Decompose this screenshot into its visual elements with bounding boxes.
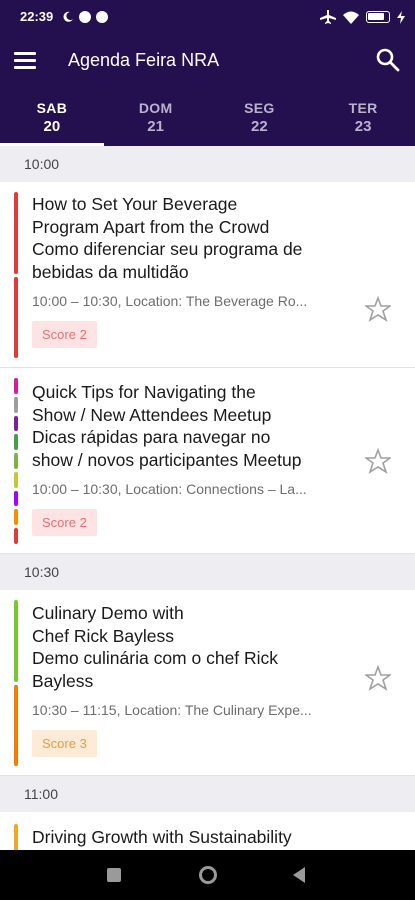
score-badge: Score 2 bbox=[32, 509, 97, 536]
title-line: Driving Growth with Sustainability bbox=[32, 827, 292, 847]
title-line: Program Apart from the Crowd bbox=[32, 216, 270, 237]
title-line: Chef Rick Bayless bbox=[32, 625, 174, 646]
session-meta: 10:00 – 10:30, Location: Connections – L… bbox=[32, 481, 307, 497]
p-icon bbox=[96, 11, 108, 23]
menu-icon[interactable] bbox=[14, 50, 38, 70]
track-color-bar bbox=[14, 192, 18, 274]
star-icon[interactable] bbox=[365, 448, 391, 474]
moon-icon bbox=[63, 11, 73, 22]
score-badge: Score 3 bbox=[32, 730, 97, 757]
recents-button[interactable] bbox=[107, 868, 121, 882]
track-color-bar bbox=[14, 684, 18, 766]
wifi-icon bbox=[343, 11, 359, 24]
session-title: Driving Growth with Sustainability bbox=[32, 826, 355, 849]
schedule-list[interactable]: 10:00 How to Set Your Beverage Program A… bbox=[0, 146, 415, 850]
p-icon bbox=[79, 11, 91, 23]
title-line: Show / New Attendees Meetup bbox=[32, 404, 272, 425]
tab-day-label: SAB bbox=[36, 100, 68, 116]
track-color-bar bbox=[14, 453, 18, 469]
status-bar: 22:39 bbox=[0, 0, 415, 36]
tab-day-label: SEG bbox=[244, 100, 275, 116]
status-right-icons bbox=[320, 10, 405, 24]
title-line: How to Set Your Beverage bbox=[32, 194, 238, 214]
track-color-bar bbox=[14, 490, 18, 507]
airplane-icon bbox=[320, 10, 336, 24]
tab-day-label: DOM bbox=[138, 100, 173, 116]
track-color-bars bbox=[14, 600, 18, 766]
session-meta: 10:00 – 10:30, Location: The Beverage Ro… bbox=[32, 293, 308, 309]
status-time: 22:39 bbox=[20, 9, 54, 24]
track-color-bars bbox=[14, 824, 18, 850]
track-color-bars bbox=[14, 378, 18, 545]
title-line: Bayless bbox=[32, 670, 94, 691]
track-color-bar bbox=[14, 471, 18, 488]
track-color-bars bbox=[14, 192, 18, 358]
track-color-bar bbox=[14, 600, 18, 682]
track-color-bar bbox=[14, 415, 18, 432]
tab-ter[interactable]: TER 23 bbox=[311, 92, 415, 146]
tab-sab[interactable]: SAB 20 bbox=[0, 92, 104, 146]
session-title: How to Set Your Beverage Program Apart f… bbox=[32, 193, 355, 283]
session-card[interactable]: Driving Growth with Sustainability bbox=[0, 812, 415, 850]
home-button[interactable] bbox=[199, 866, 217, 884]
tab-date-label: 22 bbox=[251, 118, 268, 135]
star-icon[interactable] bbox=[365, 296, 391, 322]
session-card[interactable]: How to Set Your Beverage Program Apart f… bbox=[0, 182, 415, 368]
track-color-bar bbox=[14, 824, 18, 850]
title-line: show / novos participantes Meetup bbox=[32, 449, 302, 470]
session-card[interactable]: Quick Tips for Navigating the Show / New… bbox=[0, 368, 415, 554]
app-header: 22:39 Agenda Feira NRA SAB 20 DOM 21 SEG… bbox=[0, 0, 415, 146]
time-header: 10:30 bbox=[0, 554, 415, 590]
session-title: Quick Tips for Navigating the Show / New… bbox=[32, 381, 355, 471]
tab-dom[interactable]: DOM 21 bbox=[104, 92, 208, 146]
status-left-icons bbox=[62, 11, 108, 23]
time-header: 10:00 bbox=[0, 146, 415, 182]
tab-seg[interactable]: SEG 22 bbox=[208, 92, 312, 146]
tab-date-label: 23 bbox=[354, 118, 372, 135]
session-card[interactable]: Culinary Demo with Chef Rick Bayless Dem… bbox=[0, 590, 415, 776]
day-tabs: SAB 20 DOM 21 SEG 22 TER 23 bbox=[0, 92, 415, 146]
star-icon[interactable] bbox=[365, 665, 391, 691]
app-bar: Agenda Feira NRA bbox=[0, 36, 415, 86]
battery-icon bbox=[366, 11, 390, 23]
time-header: 11:00 bbox=[0, 776, 415, 812]
tab-day-label: TER bbox=[348, 100, 378, 116]
search-icon[interactable] bbox=[375, 47, 401, 73]
app-title: Agenda Feira NRA bbox=[68, 50, 220, 70]
track-color-bar bbox=[14, 528, 18, 545]
track-color-bar bbox=[14, 396, 18, 413]
title-line: Quick Tips for Navigating the bbox=[32, 382, 256, 402]
track-color-bar bbox=[14, 434, 18, 451]
tab-date-label: 21 bbox=[147, 118, 164, 135]
track-color-bar bbox=[14, 509, 18, 526]
track-color-bar bbox=[14, 276, 18, 358]
track-color-bar bbox=[14, 378, 18, 394]
tab-date-label: 20 bbox=[43, 118, 61, 135]
session-meta: 10:30 – 11:15, Location: The Culinary Ex… bbox=[32, 702, 312, 718]
title-line: Dicas rápidas para navegar no bbox=[32, 427, 271, 447]
system-nav-bar bbox=[0, 850, 415, 900]
score-badge: Score 2 bbox=[32, 321, 97, 348]
session-title: Culinary Demo with Chef Rick Bayless Dem… bbox=[32, 602, 355, 692]
charging-icon bbox=[397, 10, 405, 24]
title-line: Culinary Demo with bbox=[32, 603, 184, 623]
title-line: bebidas da multidão bbox=[32, 261, 189, 282]
back-button[interactable] bbox=[293, 867, 305, 883]
title-line: Demo culinária com o chef Rick bbox=[32, 648, 279, 668]
title-line: Como diferenciar seu programa de bbox=[32, 239, 303, 259]
